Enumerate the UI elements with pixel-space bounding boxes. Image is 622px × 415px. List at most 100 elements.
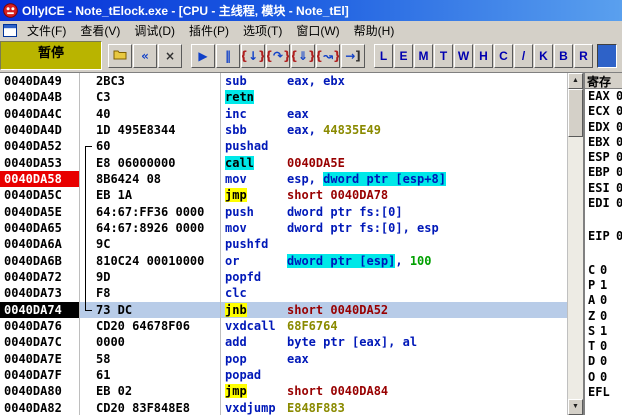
disasm-row[interactable]: 0040DA5C EB 1A jmp short 0040DA78	[0, 187, 567, 205]
register-row[interactable]: EFL	[585, 385, 622, 400]
register-row[interactable]: EBP 0	[585, 165, 622, 180]
register-row[interactable]: S1	[585, 324, 622, 339]
disasm-row[interactable]: 0040DA80 EB 02 jmp short 0040DA84	[0, 383, 567, 400]
disasm-row[interactable]: 0040DA53 E8 06000000 call 0040DA5E	[0, 154, 567, 173]
threads-window-button[interactable]: T	[434, 43, 453, 68]
mnemonic-field: pop	[225, 351, 287, 367]
menu-item-view[interactable]: 查看(V)	[73, 21, 127, 40]
restart-button[interactable]: «	[133, 43, 157, 68]
address-cell: 0040DA7E	[0, 350, 80, 367]
open-file-button[interactable]	[108, 43, 132, 68]
pause-button[interactable]: ‖	[216, 43, 240, 68]
mnemonic-field: vxdcall	[225, 318, 287, 334]
register-row[interactable]: T0	[585, 339, 622, 354]
references-window-button[interactable]: R	[574, 43, 593, 68]
register-row[interactable]: D0	[585, 354, 622, 369]
patches-window-button[interactable]: /	[514, 43, 533, 68]
memory-window-button[interactable]: M	[414, 43, 433, 68]
register-value: 0	[600, 339, 608, 354]
register-row[interactable]: ECX 0	[585, 104, 622, 119]
disasm-row[interactable]: 0040DA4D 1D 495E8344 sbb eax, 44835E49	[0, 121, 567, 139]
close-button[interactable]: ×	[158, 43, 182, 68]
disasm-row[interactable]: 0040DA58 8B6424 08 mov esp, dword ptr [esp+…	[0, 170, 567, 189]
instruction-cell: clc	[221, 285, 567, 301]
disasm-row[interactable]: 0040DA49 2BC3 sub eax, ebx	[0, 73, 567, 90]
disasm-row[interactable]: 0040DA7C 0000 add byte ptr [eax], al	[0, 334, 567, 351]
disasm-scrollbar[interactable]: ▲ ▼	[567, 73, 583, 415]
windows-window-button[interactable]: W	[454, 43, 473, 68]
registers-panel-title: 寄存	[585, 73, 622, 89]
disasm-row[interactable]: 0040DA74 73 DC jnb short 0040DA52	[0, 301, 567, 318]
hex-bytes-cell: 40	[93, 105, 221, 122]
address-cell: 0040DA5C	[0, 187, 80, 204]
instruction-cell: or dword ptr [esp], 100	[221, 253, 567, 269]
register-row[interactable]: ESI 0	[585, 181, 622, 196]
jump-gutter	[80, 73, 93, 89]
mnemonic-field: mov	[225, 171, 287, 187]
disasm-row[interactable]: 0040DA52 60 pushad	[0, 138, 567, 156]
disasm-row[interactable]: 0040DA82 CD20 83F848E8 vxdjump E848F883	[0, 399, 567, 415]
menu-item-debug[interactable]: 调试(D)	[127, 21, 182, 40]
menu-item-options[interactable]: 选项(T)	[236, 21, 289, 40]
disasm-row[interactable]: 0040DA7E 58 pop eax	[0, 350, 567, 367]
until-return-button[interactable]: →]	[341, 43, 365, 68]
register-row[interactable]: P1	[585, 278, 622, 293]
register-row[interactable]: C0	[585, 263, 622, 278]
scrollbar-thumb[interactable]	[568, 89, 583, 137]
hex-bytes-cell: 8B6424 08	[93, 170, 221, 188]
disasm-row[interactable]: 0040DA6A 9C pushfd	[0, 236, 567, 254]
menu-item-window[interactable]: 窗口(W)	[289, 21, 346, 40]
register-value: 0	[616, 165, 622, 180]
address-cell: 0040DA53	[0, 154, 80, 171]
register-row[interactable]: EDX 0	[585, 120, 622, 135]
register-row[interactable]: EIP 0	[585, 229, 622, 244]
cpu-window-button[interactable]: C	[494, 43, 513, 68]
active-tool-button[interactable]	[597, 43, 617, 68]
register-name: S	[588, 323, 596, 338]
disasm-row[interactable]: 0040DA4C 40 inc eax	[0, 105, 567, 122]
breakpoints-window-button[interactable]: B	[554, 43, 573, 68]
register-row[interactable]: ESP 0	[585, 150, 622, 165]
disasm-row[interactable]: 0040DA73 F8 clc	[0, 285, 567, 303]
step-over-button[interactable]: {↷}	[266, 43, 290, 68]
step-into-button[interactable]: {↓}	[241, 43, 265, 68]
cpu-window-icon[interactable]	[3, 23, 17, 37]
address-cell: 0040DA65	[0, 219, 80, 237]
disasm-row[interactable]: 0040DA4B C3 retn	[0, 89, 567, 106]
handles-window-button[interactable]: H	[474, 43, 493, 68]
hex-bytes-cell: 60	[93, 138, 221, 155]
run-button[interactable]: ▶	[191, 43, 215, 68]
register-row[interactable]: Z0	[585, 309, 622, 324]
trace-into-button[interactable]: {⇓}	[291, 43, 315, 68]
registers-body: EAX0ECX0EDX0EBX0ESP0EBP0ESI0EDI0EIP0C0P1…	[585, 89, 622, 400]
pause-icon: ‖	[225, 48, 231, 63]
scroll-down-icon[interactable]: ▼	[568, 399, 583, 415]
call-stack-window-button[interactable]: K	[534, 43, 553, 68]
disasm-row[interactable]: 0040DA76 CD20 64678F06 vxdcall 68F6764	[0, 317, 567, 335]
register-row[interactable]: EDI 0	[585, 196, 622, 211]
instruction-token: call	[225, 155, 254, 170]
register-row[interactable]: A0	[585, 293, 622, 308]
disasm-row[interactable]: 0040DA5E 64:67:FF36 0000 push dword ptr fs:…	[0, 203, 567, 222]
register-row[interactable]: EAX 0	[585, 89, 622, 104]
menu-item-file[interactable]: 文件(F)	[20, 21, 73, 40]
menu-item-plugins[interactable]: 插件(P)	[182, 21, 236, 40]
instruction-token: esp,	[287, 171, 324, 186]
scroll-up-icon[interactable]: ▲	[568, 73, 583, 89]
register-row[interactable]: O0	[585, 370, 622, 385]
modules-window-button[interactable]: E	[394, 43, 413, 68]
register-value: 0	[616, 181, 622, 196]
instruction-token: or	[225, 253, 240, 268]
app-icon[interactable]	[3, 3, 18, 18]
disasm-row[interactable]: 0040DA72 9D popfd	[0, 268, 567, 287]
disasm-row[interactable]: 0040DA65 64:67:8926 0000 mov dword ptr fs:[…	[0, 219, 567, 238]
trace-over-button[interactable]: {↝}	[316, 43, 340, 68]
menu-item-help[interactable]: 帮助(H)	[347, 21, 402, 40]
disasm-row[interactable]: 0040DA6B 810C24 00010000 or dword ptr [esp]…	[0, 252, 567, 271]
instruction-token: pushad	[225, 139, 269, 154]
log-window-button[interactable]: L	[374, 43, 393, 68]
register-row[interactable]: EBX 0	[585, 135, 622, 150]
disasm-row[interactable]: 0040DA7F 61 popad	[0, 366, 567, 384]
register-name: ECX	[588, 104, 610, 119]
jump-gutter	[80, 154, 93, 173]
